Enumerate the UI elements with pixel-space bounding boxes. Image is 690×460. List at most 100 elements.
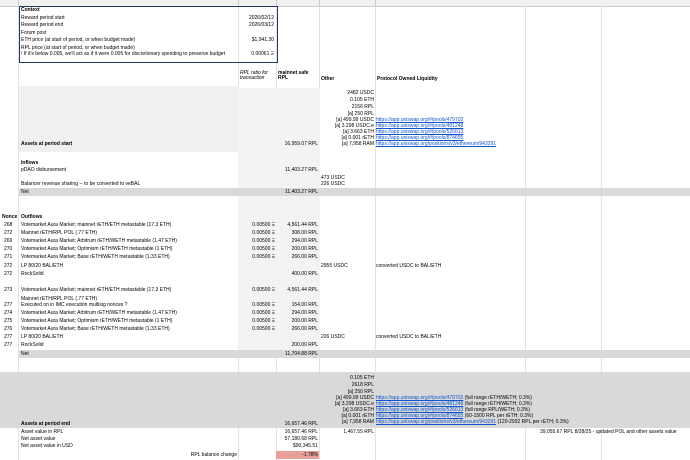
usd-value: $90,345.51 [292, 443, 318, 449]
rpl-cell: 4,561.44 RPL [287, 287, 318, 293]
context-title: Context [21, 7, 40, 13]
ratio-cell: 0.00500 Ξ [252, 254, 275, 260]
ratio-cell: 0.00500 Ξ [252, 318, 275, 324]
nonce-cell: 275 [4, 318, 13, 324]
net-label: Net [21, 351, 29, 357]
balance-change-label: RPL balance change [190, 452, 237, 458]
outflow-desc: Votemarket Aura Market; mainnet rETH/ETH… [21, 287, 172, 293]
asset-line: [a] 7,958 RAM [342, 141, 374, 147]
warning-icon: ! [21, 51, 23, 57]
ratio-cell: 0.00500 Ξ [252, 238, 275, 244]
pol-note: converted USDC to BAL/ETH [376, 263, 442, 269]
nonce-cell: 274 [4, 310, 13, 316]
other-header: Other [321, 76, 335, 82]
outflow-desc: LP 80/20 BAL/ETH [21, 334, 64, 340]
asset-line: 2618 RPL [351, 382, 374, 388]
rpl-cell: 200.00 RPL [291, 318, 318, 324]
context-label: ETH price (at start of period, or when b… [21, 37, 136, 43]
ratio-cell: 0.00500 Ξ [252, 326, 275, 332]
net-value: 57,180.68 RPL [284, 436, 318, 442]
usd-label: Net asset value in USD [21, 443, 73, 449]
inflow-label: pDAO disbursement [21, 167, 67, 173]
context-value: 2026/03/12 [248, 22, 274, 28]
context-label: Reward period end [21, 22, 64, 28]
net-row-shade-2 [19, 350, 690, 358]
ratio-header: RPL ratio for transaction [240, 70, 268, 81]
asset-line: [a] 7,958 RAM [342, 419, 374, 425]
context-note-text: If it's below 0.005, we'll act as if it … [23, 51, 225, 57]
nonce-cell: 277 [4, 302, 13, 308]
other-cell: 2955 USDC [321, 263, 348, 269]
outflow-desc: Votemarket Aura Market; Optimism rETH/WE… [21, 318, 173, 324]
outflow-desc: RockSolid [21, 342, 44, 348]
asset-line: 0.105 ETH [350, 97, 374, 103]
inflow-rpl: 11,403.27 RPL [285, 167, 318, 173]
balance-change-value: -1.78% [302, 452, 318, 458]
outflow-desc: Votemarket Aura Market; mainnet rETH/ETH… [21, 222, 172, 228]
period-end-label: Assets at period end [21, 421, 71, 427]
inflows-title: Inflows [21, 160, 39, 166]
rpl-cell: 400.00 RPL [291, 271, 318, 277]
nonce-cell: 277 [4, 342, 13, 348]
other-rpl: 1,467.55 RPL [343, 429, 374, 435]
nonce-cell: 268 [4, 222, 13, 228]
asset-value-rpl: 16,657.46 RPL [284, 429, 318, 435]
rpl-cell: 294.00 RPL [291, 238, 318, 244]
ratio-cell: 0.00500 Ξ [252, 287, 275, 293]
inflow-other: 226 USDC [321, 181, 345, 187]
nonce-cell: 277 [4, 334, 13, 340]
other-cell: 226 USDC [321, 334, 345, 340]
nonce-cell: 273 [4, 287, 13, 293]
outflow-desc: Mainnet rETH/RPL POL (.77 ETH) [21, 230, 98, 236]
net-value: 11,704.88 RPL [285, 351, 318, 357]
pool-note: (120-2992 RPL per rETH; 0.3%) [497, 419, 569, 425]
pool-link[interactable]: https://app.uniswap.org/positions/v3/eth… [376, 141, 496, 147]
context-value: 2026/02/12 [248, 15, 274, 21]
period-end-rpl: 16,657.46 RPL [284, 421, 318, 427]
ratio-cell: 0.00500 Ξ [252, 310, 275, 316]
rpl-cell: 294.00 RPL [291, 310, 318, 316]
inflow-label: Balancer revenue sharing -- to be conver… [21, 181, 141, 187]
asset-line: 2482 USDC [347, 90, 374, 96]
rpl-cell: 308.00 RPL [291, 230, 318, 236]
net-value-label: Net asset value [21, 436, 56, 442]
outflow-desc: Votemarket Aura Market; Base rETH/WETH m… [21, 326, 170, 332]
rpl-cell: 200.00 RPL [291, 246, 318, 252]
net-label: Net [21, 189, 29, 195]
context-label: Reward period start [21, 15, 65, 21]
pool-link[interactable]: https://app.uniswap.org/positions/v3/eth… [376, 419, 496, 425]
context-value: $1,941.30 [251, 37, 274, 43]
pol-header: Protocol Owned Liquidity [377, 76, 438, 82]
pol-summary-note: 39,055.67 RPL 8/28/25 - updated POL and … [540, 429, 677, 435]
mainnet-safe-header: mainnet safe RPL [278, 70, 309, 81]
rpl-cell: 200.00 RPL [291, 342, 318, 348]
nonce-cell: 276 [4, 326, 13, 332]
rpl-cell: 266.00 RPL [291, 326, 318, 332]
nonce-cell: 272 [4, 263, 13, 269]
spreadsheet: Context Reward period start 2026/02/12 R… [0, 0, 690, 460]
context-label: Forum post [21, 30, 47, 36]
outflow-desc: Votemarket Aura Market; Optimism rETH/WE… [21, 246, 173, 252]
ratio-cell: 0.00500 Ξ [252, 302, 275, 308]
pol-note: converted USDC to BAL/ETH [376, 334, 442, 340]
outflow-desc: Executed on in IMC execution multisig no… [21, 302, 128, 308]
nonce-cell: 269 [4, 238, 13, 244]
outflow-desc: Votemarket Aura Market; Arbitrum rETH/WE… [21, 310, 177, 316]
period-start-rpl: 16,959.07 RPL [284, 141, 318, 147]
period-start-label: Assets at period start [21, 141, 73, 147]
rpl-cell: 154.00 RPL [291, 302, 318, 308]
ratio-cell: 0.00500 Ξ [252, 222, 275, 228]
nonce-cell: 272 [4, 230, 13, 236]
asset-value-label: Asset value in RPL [21, 429, 64, 435]
nonce-cell: 270 [4, 246, 13, 252]
nonce-cell: 271 [4, 254, 13, 260]
asset-line: 0.105 ETH [350, 375, 374, 381]
ratio-cell: 0.00500 Ξ [252, 246, 275, 252]
asset-line: 2156 RPL [351, 104, 374, 110]
outflow-desc: Votemarket Aura Market; Base rETH/WETH m… [21, 254, 170, 260]
outflow-desc: Votemarket Aura Market; Arbitrum rETH/WE… [21, 238, 177, 244]
context-value: 0.00061 Ξ [251, 51, 274, 57]
nonce-cell: 272 [4, 271, 13, 277]
rpl-cell: 4,561.44 RPL [287, 222, 318, 228]
net-row-shade-1 [19, 188, 690, 196]
